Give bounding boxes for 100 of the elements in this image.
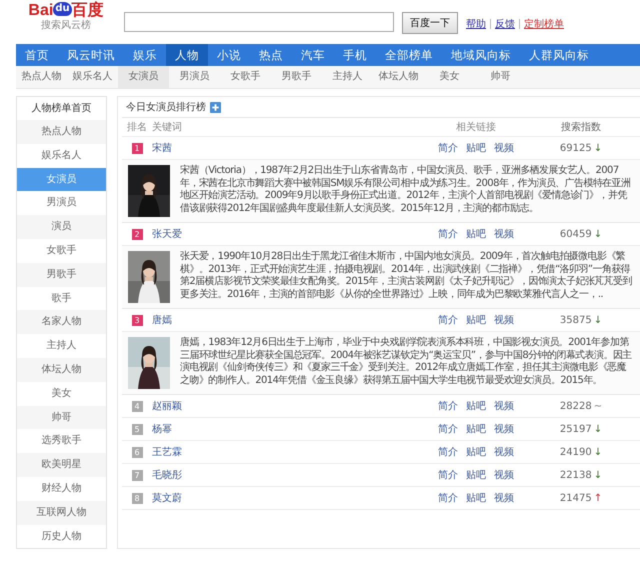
rank-badge: 4 [132,400,142,412]
name-link[interactable]: 张天爱 [152,227,406,241]
search-field[interactable] [124,12,394,32]
rank-badge: 1 [132,142,142,154]
related-link[interactable]: 视频 [494,141,514,155]
header-link[interactable]: 定制榜单 [524,17,564,31]
subnav-tab[interactable]: 热点人物 [16,66,67,88]
nav-tab[interactable]: 全部榜单 [376,44,442,66]
sidebar-item[interactable]: 娱乐名人 [17,144,106,168]
subnav-tab[interactable]: 女演员 [118,66,169,88]
related-link[interactable]: 视频 [494,313,514,327]
related-link[interactable]: 视频 [494,445,514,459]
column-header: 搜索指数 [560,120,602,134]
name-link[interactable]: 唐嫣 [152,313,406,327]
related-link[interactable]: 简介 [438,313,458,327]
nav-tab[interactable]: 娱乐 [124,44,166,66]
name-link[interactable]: 赵丽颖 [152,399,406,413]
sidebar-item[interactable]: 选秀歌手 [17,429,106,454]
description: 张天爱，1990年10月28日出生于黑龙江省佳木斯市，中国内地女演员。2009年，首次触电拍摄微电影《繁棋》。2013年，正式开始演艺生涯，拍摄电视剧。2014年，出演武侠剧《二指禅》，凭借“洛卯羽”一角获得第2届横店影视节文荣奖最佳女配角奖。2015年，主演古装网剧《太子妃升职记》，因饰演太子妃张芃芃受到更多关注。2016年，主演的首部电影《从你的全世界路过》上映，同年成为巴黎欧莱雅代言人之一，.. [180,251,632,302]
sidebar-item[interactable]: 帅哥 [17,406,106,430]
sidebar-item[interactable]: 歌手 [17,286,106,310]
sidebar-item[interactable]: 主持人 [17,334,106,358]
related-link[interactable]: 贴吧 [466,422,486,436]
subnav-tab[interactable]: 女歌手 [220,66,271,88]
trend-arrow: ↓ [594,314,602,326]
related-link[interactable]: 简介 [438,491,458,505]
subnav-tab[interactable]: 帅哥 [475,66,526,88]
nav-tab[interactable]: 人群风向标 [520,44,598,66]
list-title: 今日女演员排行榜 [126,100,206,114]
related-link[interactable]: 简介 [438,422,458,436]
sidebar-item[interactable]: 男演员 [17,191,106,216]
related-link[interactable]: 视频 [494,468,514,482]
search-index: 24190 [560,446,592,458]
nav-tab[interactable]: 风云时讯 [58,44,124,66]
related-link[interactable]: 贴吧 [466,227,486,241]
trend-arrow: ↓ [594,470,602,480]
related-link[interactable]: 贴吧 [466,141,486,155]
nav-tab[interactable]: 小说 [208,44,250,66]
rank-badge: 5 [132,424,142,434]
subnav-tab[interactable]: 体坛人物 [373,66,424,88]
related-link[interactable]: 贴吧 [466,445,486,459]
search-button[interactable]: 百度一下 [402,12,458,34]
subnav-tab[interactable]: 主持人 [322,66,373,88]
related-link[interactable]: 贴吧 [466,399,486,413]
nav-tab[interactable]: 手机 [334,44,376,66]
column-header: 相关链接 [455,120,497,134]
search-index: 69125 [560,142,592,154]
logo-paw: du [53,2,72,16]
related-link[interactable]: 贴吧 [466,491,486,505]
trend-arrow: ↓ [594,142,602,154]
nav-tab[interactable]: 热点 [250,44,292,66]
subnav-tab[interactable]: 娱乐名人 [67,66,118,88]
description: 宋茜（Victoria），1987年2月2日出生于山东省青岛市，中国女演员、歌手，亚洲多栖发展女艺人。2007年，宋茜在北京市舞蹈大赛中被韩国SM娱乐有限公司相中成为练习生。2008年，作为演员、广告模特在亚洲地区开始演艺活动。2009年9月以歌手身份正式出道。2012年，主演个人首部电视剧《爱情急诊门》，并凭借该剧获得2012年国剧盛典年度最佳新人女演员奖。2015年12月，主演的都市励志。 [180,165,632,216]
subnav-tab[interactable]: 男演员 [169,66,220,88]
related-link[interactable]: 视频 [494,491,514,505]
nav-tab[interactable]: 人物 [166,44,208,66]
sidebar-item[interactable]: 热点人物 [17,120,106,144]
sidebar-item[interactable]: 历史人物 [17,524,106,548]
sidebar-item[interactable]: 美女 [17,382,106,406]
header-link[interactable]: 帮助 [466,17,486,31]
description: 唐嫣，1983年12月6日出生于上海市，毕业于中央戏剧学院表演系本科班，中国影视女演员。2001年参加第三届环球世纪星比赛获全国总冠军。2004年被张艺谋钦定为“奥运宝贝”，参与中国8分钟的闭幕式表演。因主演电视剧《仙剑奇侠传三》和《夏家三千金》受到关注。2012年成立唐嫣工作室，担任其主演微电影《恶魔之吻》的制作人。2014年凭借《金玉良缘》获得第五届中国大学生电视节最受欢迎女演员。2015年。 [180,337,632,388]
search-index: 21475 [560,492,592,504]
search-index: 60459 [560,228,592,240]
related-link[interactable]: 视频 [494,399,514,413]
related-link[interactable]: 简介 [438,445,458,459]
rank-badge: 3 [132,314,142,326]
subnav-tab[interactable]: 男歌手 [271,66,322,88]
sidebar-item[interactable]: 欧美明星 [17,453,106,477]
name-link[interactable]: 杨幂 [152,422,406,436]
name-link[interactable]: 毛晓彤 [152,468,406,482]
related-link[interactable]: 视频 [494,227,514,241]
rank-badge: 2 [132,228,142,240]
related-link[interactable]: 简介 [438,468,458,482]
sidebar-item[interactable]: 男歌手 [17,262,106,287]
name-link[interactable]: 王艺霖 [152,445,406,459]
nav-tab[interactable]: 汽车 [292,44,334,66]
related-link[interactable]: 贴吧 [466,313,486,327]
sidebar-item[interactable]: 体坛人物 [17,358,106,382]
trend-arrow: ↑ [594,492,602,504]
name-link[interactable]: 莫文蔚 [152,491,406,505]
sidebar-item[interactable]: 演员 [17,215,106,239]
sidebar-item[interactable]: 名家人物 [17,310,106,334]
trend-arrow: ↓ [594,424,602,434]
related-link[interactable]: 简介 [438,227,458,241]
sidebar-title[interactable]: 人物榜单首页 [17,97,106,120]
sidebar-item[interactable]: 女歌手 [17,238,106,263]
related-link[interactable]: 简介 [438,399,458,413]
trend-arrow: ↓ [594,446,602,458]
nav-tab[interactable]: 地域风向标 [442,44,520,66]
sidebar-item[interactable]: 财经人物 [17,476,106,501]
plus-icon[interactable] [210,102,221,112]
rank-badge: 6 [132,446,142,458]
related-link[interactable]: 视频 [494,422,514,436]
nav-tab[interactable]: 首页 [16,44,58,66]
subnav-tab[interactable]: 美女 [424,66,475,88]
related-link[interactable]: 贴吧 [466,468,486,482]
header-link[interactable]: 反馈 [495,17,515,31]
related-link[interactable]: 简介 [438,141,458,155]
sidebar-item[interactable]: 互联网人物 [17,500,106,525]
name-link[interactable]: 宋茜 [152,141,406,155]
